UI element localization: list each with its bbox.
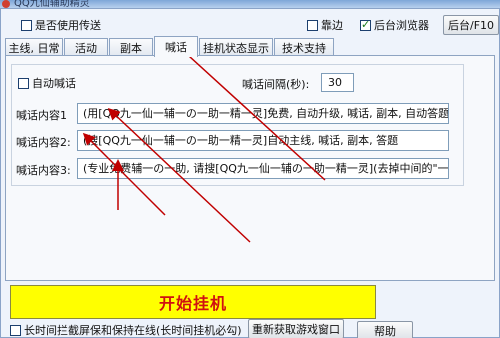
main-window: 是否使用传送 靠边 后台浏览器 后台/F10 主线, 日常 活动 副本 喊话 挂… [0,8,500,338]
shout-content-3-label: 喊话内容3: [16,164,71,177]
top-options-row: 是否使用传送 靠边 后台浏览器 后台/F10 [3,11,499,35]
long-hang-label: 长时间拦截屏保和保持在线(长时间挂机必勾) [24,324,242,337]
shout-panel: 自动喊话 喊话间隔(秒): 30 喊话内容1 (用[QQ九一仙一辅一の一助一精一… [5,55,495,281]
dock-checkbox[interactable] [307,19,318,31]
bg-browser-label: 后台浏览器 [374,19,429,32]
tab-main-daily[interactable]: 主线, 日常 [5,38,63,56]
dock-option[interactable]: 靠边 [307,17,343,33]
auto-shout-label: 自动喊话 [32,77,76,90]
background-f10-button[interactable]: 后台/F10 [443,15,499,35]
long-hang-checkbox[interactable] [10,324,21,336]
app-icon [2,0,10,8]
shout-content-3-input[interactable]: (专业免费辅一の一助, 请搜[QQ九一仙一辅の一助一精一灵](去掉中间的"一")… [77,158,449,179]
bg-browser-checkbox[interactable] [360,18,371,31]
shout-content-2-input[interactable]: (搜[QQ九一仙一辅一の一助一精一灵]自动主线, 喊话, 副本, 答题 [77,130,449,151]
title-bar: QQ九仙辅助精灵 [0,0,500,8]
tab-hang-status[interactable]: 挂机状态显示 [199,38,273,56]
use-transfer-option[interactable]: 是否使用传送 [21,17,101,33]
shout-content-1-input[interactable]: (用[QQ九一仙一辅一の一助一精一灵]免费, 自动升级, 喊话, 副本, 自动答… [77,103,449,124]
shout-content-2-label: 喊话内容2: [16,136,71,149]
interval-input[interactable]: 30 [321,73,354,92]
shout-content-1-label: 喊话内容1 [16,109,67,122]
tab-shout[interactable]: 喊话 [154,36,198,57]
auto-shout-checkbox[interactable] [18,77,29,89]
window-title: QQ九仙辅助精灵 [14,0,90,8]
bg-browser-option[interactable]: 后台浏览器 [360,17,429,33]
start-hang-button[interactable]: 开始挂机 [10,285,376,319]
long-hang-option[interactable]: 长时间拦截屏保和保持在线(长时间挂机必勾) [10,322,242,338]
help-button[interactable]: 帮助 [357,321,413,338]
use-transfer-checkbox[interactable] [21,19,32,31]
tab-activity[interactable]: 活动 [64,38,108,56]
auto-shout-option[interactable]: 自动喊话 [18,75,76,91]
tab-tech-support[interactable]: 技术支持 [274,38,334,56]
interval-label: 喊话间隔(秒): [242,78,310,91]
tab-dungeon[interactable]: 副本 [109,38,153,56]
use-transfer-label: 是否使用传送 [35,19,101,32]
tab-bar: 主线, 日常 活动 副本 喊话 挂机状态显示 技术支持 [5,36,495,57]
refresh-game-window-button[interactable]: 重新获取游戏窗口 [248,319,344,338]
dock-label: 靠边 [321,19,343,32]
